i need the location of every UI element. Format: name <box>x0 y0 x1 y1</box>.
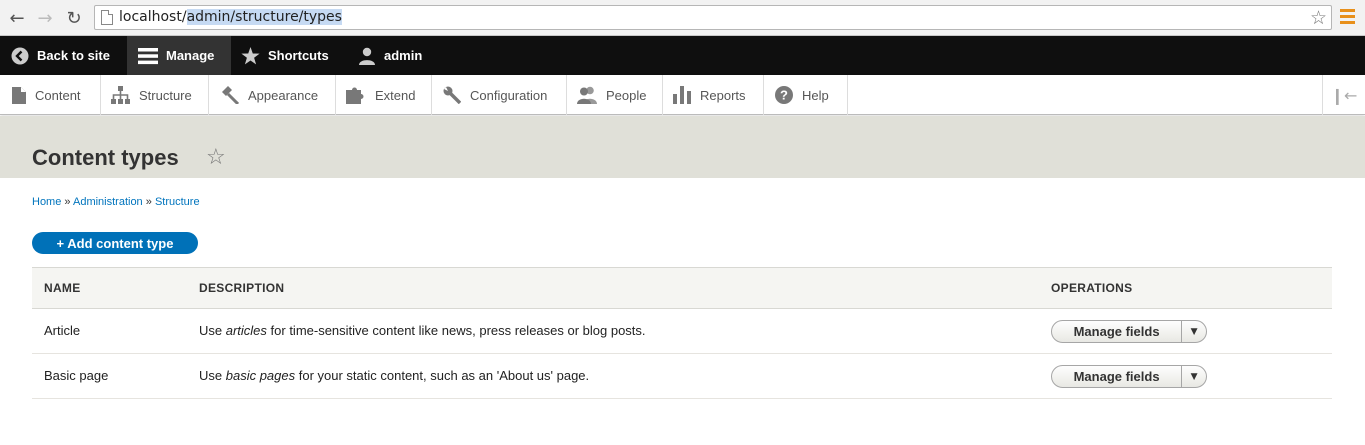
page-header: Content types ☆ <box>0 116 1365 178</box>
column-name-header: NAME <box>44 281 81 295</box>
manage-fields-button[interactable]: Manage fields <box>1052 321 1183 342</box>
manage-fields-button[interactable]: Manage fields <box>1052 366 1183 387</box>
row-description: Use articles for time-sensitive content … <box>199 323 646 338</box>
reload-icon[interactable]: ↻ <box>63 7 85 29</box>
operations-dropbutton: Manage fields ▼ <box>1051 365 1207 388</box>
table-row: Basic page Use basic pages for your stat… <box>32 354 1332 399</box>
admin-tray: Content Structure Appearance Extend Conf… <box>0 75 1365 115</box>
shortcuts-label: Shortcuts <box>268 48 329 63</box>
tray-item-content[interactable]: Content <box>0 75 101 115</box>
back-to-site-link[interactable]: Back to site <box>11 36 127 75</box>
user-tab[interactable]: admin <box>358 36 422 75</box>
hamburger-icon <box>138 47 158 64</box>
wrench-icon <box>443 86 461 104</box>
forward-arrow-icon[interactable]: → <box>34 7 56 29</box>
user-label: admin <box>384 48 423 63</box>
back-circle-icon <box>11 47 29 64</box>
tray-item-structure[interactable]: Structure <box>101 75 209 115</box>
table-header: NAME DESCRIPTION OPERATIONS <box>32 267 1332 309</box>
star-icon <box>241 46 260 64</box>
tray-label: People <box>606 87 647 103</box>
content-types-table: NAME DESCRIPTION OPERATIONS Article Use … <box>32 267 1332 399</box>
shortcuts-tab[interactable]: Shortcuts <box>241 36 329 75</box>
row-description: Use basic pages for your static content,… <box>199 368 590 383</box>
page-icon <box>101 10 113 25</box>
user-icon <box>359 47 375 65</box>
breadcrumb-separator: » <box>145 196 152 208</box>
tray-label: Help <box>802 87 829 103</box>
breadcrumb-administration[interactable]: Administration <box>73 196 143 208</box>
tray-label: Extend <box>375 87 416 103</box>
row-name: Article <box>44 323 81 338</box>
column-operations-header: OPERATIONS <box>1051 281 1133 295</box>
table-row: Article Use articles for time-sensitive … <box>32 309 1332 354</box>
tray-item-appearance[interactable]: Appearance <box>209 75 336 115</box>
column-description-header: DESCRIPTION <box>199 281 285 295</box>
bookmark-star-icon[interactable]: ☆ <box>1310 7 1327 29</box>
back-arrow-icon[interactable]: ← <box>6 7 28 29</box>
tray-item-help[interactable]: ? Help <box>764 75 848 115</box>
help-icon: ? <box>775 86 793 104</box>
tray-label: Configuration <box>470 87 548 103</box>
breadcrumb-home[interactable]: Home <box>32 196 61 208</box>
shortcut-star-icon[interactable]: ☆ <box>206 145 226 171</box>
manage-label: Manage <box>166 48 215 63</box>
svg-text:?: ? <box>780 88 788 103</box>
page-title: Content types <box>32 145 179 170</box>
tray-label: Appearance <box>248 87 319 103</box>
manage-tab[interactable]: Manage <box>127 36 231 75</box>
tray-item-configuration[interactable]: Configuration <box>432 75 567 115</box>
toggle-orientation-icon[interactable]: ❙← <box>1322 75 1365 115</box>
row-name: Basic page <box>44 368 109 383</box>
hierarchy-icon <box>111 86 130 104</box>
tray-label: Content <box>35 87 81 103</box>
document-icon <box>12 86 26 104</box>
breadcrumb-structure[interactable]: Structure <box>155 196 200 208</box>
breadcrumb-separator: » <box>64 196 71 208</box>
operations-dropbutton: Manage fields ▼ <box>1051 320 1207 343</box>
tray-item-reports[interactable]: Reports <box>663 75 764 115</box>
address-bar[interactable]: localhost/admin/structure/types ☆ <box>94 5 1332 30</box>
dropdown-arrow-icon[interactable]: ▼ <box>1182 366 1206 387</box>
tray-label: Reports <box>700 87 746 103</box>
breadcrumb: Home » Administration » Structure <box>32 196 200 208</box>
admin-toolbar: Back to site Manage Shortcuts admin <box>0 36 1365 75</box>
tray-item-people[interactable]: People <box>567 75 663 115</box>
tray-item-extend[interactable]: Extend <box>336 75 432 115</box>
puzzle-icon <box>346 87 364 104</box>
add-content-type-button[interactable]: + Add content type <box>32 232 198 254</box>
tray-label: Structure <box>139 87 192 103</box>
dropdown-arrow-icon[interactable]: ▼ <box>1182 321 1206 342</box>
url-text[interactable]: localhost/admin/structure/types <box>119 9 342 25</box>
people-icon <box>577 86 597 104</box>
browser-menu-icon[interactable] <box>1340 9 1355 27</box>
bar-chart-icon <box>673 86 691 104</box>
back-to-site-label: Back to site <box>37 48 110 63</box>
browser-chrome: ← → ↻ localhost/admin/structure/types ☆ <box>0 0 1365 36</box>
paint-brush-icon <box>222 86 239 104</box>
